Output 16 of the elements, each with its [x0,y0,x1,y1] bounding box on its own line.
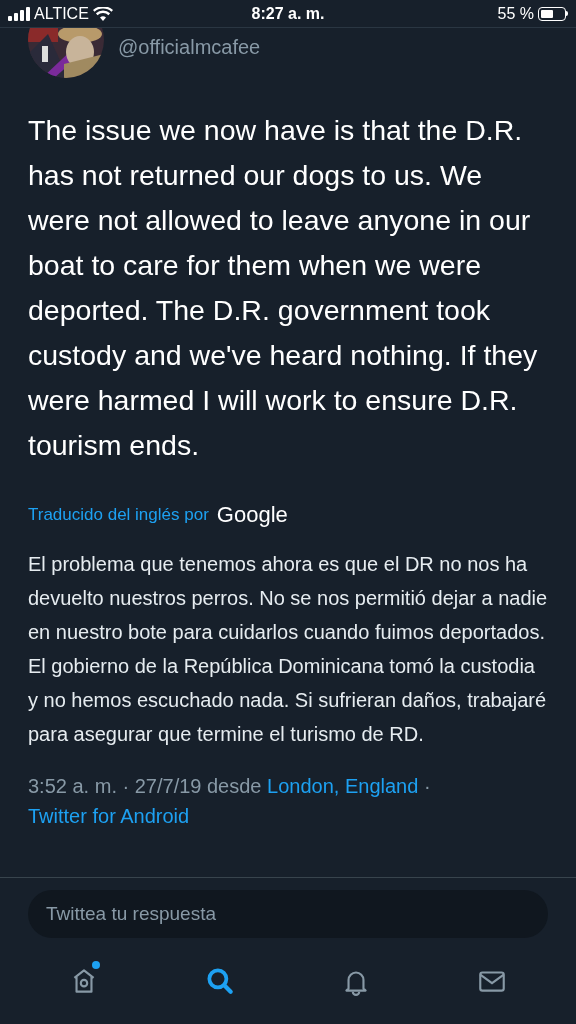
user-handle: @officialmcafee [118,35,261,60]
source-link[interactable]: Twitter for Android [28,805,190,827]
separator: · [423,775,431,797]
translator-logo: Google [216,501,288,529]
signal-icon [8,6,30,21]
battery-percentage: 55 % [497,3,534,24]
carrier-name: ALTICE [34,3,89,24]
clock-time: 8:27 a. m. [251,4,325,22]
translated-text: El problema que tenemos ahora es que el DR no nos ha devuelto nuestros perros. No se nos permitió dejar a nadie en nuestro bote para cuidarlos cuando fuimos deportados. El gobierno de la República Dominicana tomó la custodia y no hemos escuchado nada. Si sufrieran daños, trabajaré para asegurar que termine el turismo de RD. [28,552,548,747]
tweet-text: The issue we now have is that the D.R. has not returned our dogs to us. We were not allowed to leave anyone in our boat to care for them when we were deported. The D.R. government took custody and we've heard nothing. If they were harmed I will work to ensure D.R. tourism ends. [28,113,539,463]
wifi-icon [92,6,113,21]
location-link[interactable]: London, England [267,775,419,797]
tweet-timestamp: 3:52 a. m. · 27/7/19 desde [28,775,262,797]
reply-field[interactable]: Twittea tu respuesta [28,890,548,938]
battery-icon [538,6,568,21]
translation-link[interactable]: Traducido del inglés por [28,501,209,528]
